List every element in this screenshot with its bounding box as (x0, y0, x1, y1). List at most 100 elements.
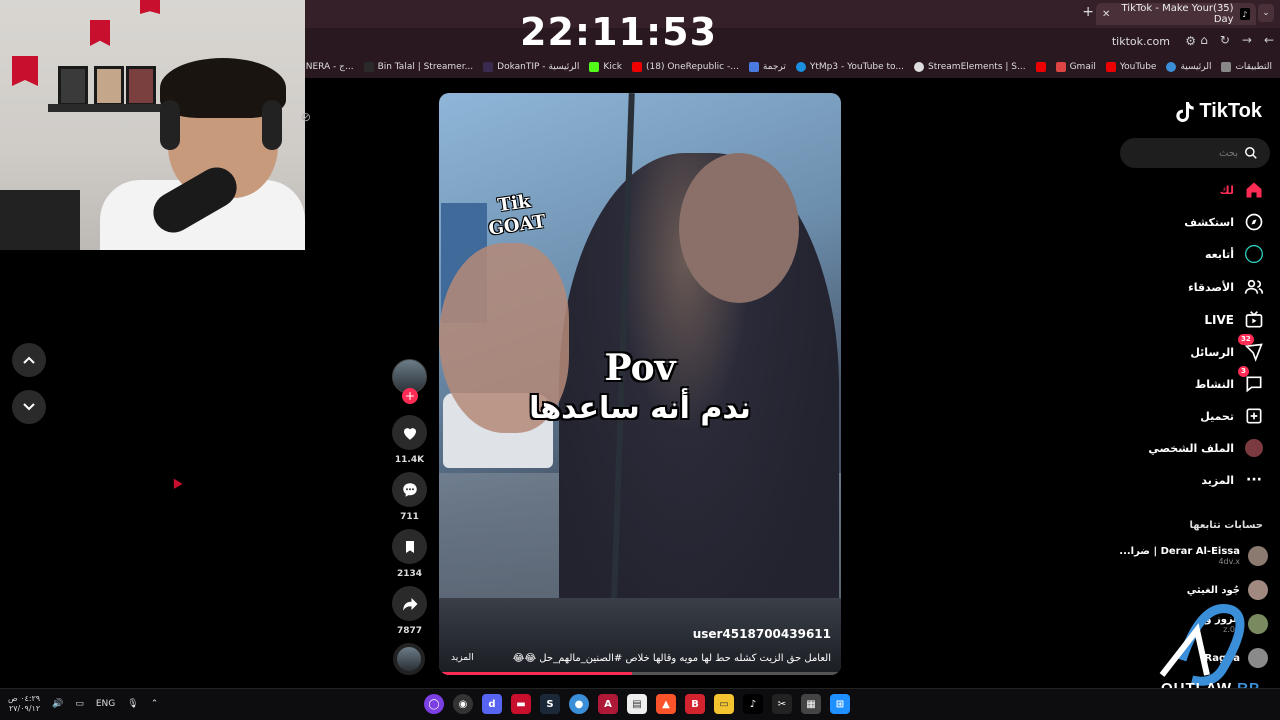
outlaw-rp-logo-icon (1159, 604, 1245, 686)
activity-icon: 3 (1238, 366, 1264, 394)
share-action[interactable]: 7877 (392, 586, 427, 636)
app-purple-icon[interactable]: ◯ (424, 694, 444, 714)
discord-icon[interactable]: d (482, 694, 502, 714)
save-button[interactable] (392, 529, 427, 564)
bookmark-item[interactable]: ترجمة (748, 62, 786, 72)
brave-icon[interactable]: ▲ (656, 694, 676, 714)
gmail-icon (1055, 62, 1066, 72)
video-author[interactable]: user4518700439611 (693, 627, 831, 641)
bookmark-item[interactable]: #STRADA NERA - ج... (305, 62, 354, 72)
bookmark-item[interactable] (1035, 62, 1046, 72)
app-a-icon[interactable]: A (598, 694, 618, 714)
search-icon[interactable] (1244, 146, 1258, 160)
store-icon[interactable]: ▦ (801, 694, 821, 714)
nav-for-you[interactable]: لك (1220, 180, 1264, 200)
caption-more-link[interactable]: المزيد (451, 653, 474, 663)
nav-friends[interactable]: الأصدقاء (1188, 277, 1264, 297)
music-disc-icon[interactable] (393, 643, 425, 675)
youtube-icon (1105, 62, 1116, 72)
video-player[interactable]: Tik GOAT Pov ندم أنه ساعدها user45187004… (439, 93, 841, 675)
following-account[interactable]: Derar Al-Eissa | ضرا... 4dv.x (1119, 546, 1268, 566)
like-count: 11.4K (394, 455, 425, 465)
browser-tab[interactable]: ♪ (35)TikTok - Make Your Day ✕ (1096, 3, 1256, 25)
browser-tab-bar: + ♪ (35)TikTok - Make Your Day ✕ ⌄ (305, 0, 1280, 28)
url-text[interactable]: tiktok.com (1112, 35, 1170, 48)
language-indicator[interactable]: ENG (96, 699, 115, 709)
bookmark-item[interactable]: التطبيقات (1221, 62, 1272, 72)
wall-frame (126, 66, 156, 106)
bookmarks-bar: التطبيقات الرئيسية YouTube Gmail StreamE… (305, 56, 1280, 78)
volume-icon[interactable]: 🔊 (52, 699, 63, 709)
nav-following[interactable]: أتابعه (1205, 244, 1264, 264)
bookmark-item[interactable]: StreamElements | S... (914, 62, 1026, 72)
tiktok-icon[interactable]: ♪ (743, 694, 763, 714)
search-input[interactable] (1128, 147, 1238, 159)
nav-explore[interactable]: استكشف (1184, 212, 1264, 232)
forward-icon[interactable]: → (1242, 33, 1252, 47)
file-icon[interactable]: ▤ (627, 694, 647, 714)
nav-more[interactable]: ··· المزيد (1201, 470, 1264, 490)
following-icon (1244, 244, 1264, 264)
taskbar-clock[interactable]: ٠٤:٢٩ ص ٢٧/٠٩/١٢ (8, 694, 40, 714)
reload-icon[interactable]: ↻ (1220, 33, 1230, 47)
windows-start-icon[interactable]: ⊞ (830, 694, 850, 714)
man-head (679, 153, 799, 303)
nav-messages[interactable]: 32 الرسائل (1190, 334, 1264, 362)
kick-icon (589, 62, 600, 72)
network-icon[interactable]: ▭ (75, 699, 84, 709)
messages-badge: 32 (1238, 334, 1254, 345)
site-settings-icon[interactable]: ⚙ (1185, 34, 1196, 48)
following-accounts-title: حسابات تتابعها (1189, 520, 1263, 531)
webcam-overlay (0, 0, 305, 250)
microphone-icon[interactable]: 🎙 (127, 699, 138, 709)
bookmark-item[interactable]: Bin Talal | Streamer... (363, 62, 473, 72)
comment-action[interactable]: 711 (392, 472, 427, 522)
comment-count: 711 (400, 512, 419, 522)
previous-video-button[interactable] (12, 343, 46, 377)
bookmark-item[interactable]: YouTube (1105, 62, 1156, 72)
app-b-icon[interactable]: B (685, 694, 705, 714)
bookmark-item[interactable]: Kick (589, 62, 622, 72)
video-caption: العامل حق الزيت كشله حط لها مويه وقالها … (511, 653, 831, 664)
live-icon (1244, 310, 1264, 330)
save-action[interactable]: 2134 (392, 529, 427, 579)
wall-decoration (12, 56, 38, 86)
steam-icon[interactable]: S (540, 694, 560, 714)
profile-icon (1244, 438, 1264, 458)
close-tab-icon[interactable]: ✕ (1102, 9, 1110, 20)
nav-profile[interactable]: الملف الشخصي (1148, 438, 1264, 458)
bookmark-item[interactable]: DokanTIP - الرئيسية (483, 62, 579, 72)
app-obs-icon[interactable]: ◉ (453, 694, 473, 714)
search-box[interactable] (1120, 138, 1270, 168)
translate-icon (748, 62, 759, 72)
nav-upload[interactable]: تحميل (1200, 406, 1264, 426)
bookmark-item[interactable]: الرئيسية (1166, 62, 1211, 72)
share-count: 7877 (396, 626, 423, 636)
bookmark-item[interactable]: YtMp3 - YouTube to... (795, 62, 904, 72)
folder-icon[interactable]: ▭ (714, 694, 734, 714)
nav-live[interactable]: LIVE (1204, 310, 1264, 330)
chevron-down-icon[interactable]: ⌄ (1258, 4, 1274, 22)
like-action[interactable]: 11.4K (392, 415, 427, 465)
follow-plus-icon[interactable]: + (402, 388, 418, 404)
video-progress-bar[interactable] (439, 672, 841, 675)
more-icon: ··· (1246, 472, 1262, 488)
comment-button[interactable] (392, 472, 427, 507)
tiktok-logo[interactable]: TikTok (1175, 100, 1262, 123)
new-tab-button[interactable]: + (1082, 4, 1094, 20)
like-button[interactable] (392, 415, 427, 450)
share-button[interactable] (392, 586, 427, 621)
home-button-icon[interactable]: ⌂ (1200, 33, 1208, 47)
back-icon[interactable]: ← (1264, 33, 1274, 47)
bookmark-item[interactable]: Gmail (1055, 62, 1096, 72)
wall-shelf (48, 104, 168, 112)
wall-decoration (140, 0, 160, 14)
chevron-up-icon[interactable]: ⌃ (151, 699, 159, 709)
app-red-icon[interactable]: ▬ (511, 694, 531, 714)
capcut-icon[interactable]: ✂ (772, 694, 792, 714)
bookmark-item[interactable]: (18) OneRepublic -... (631, 62, 739, 72)
nav-activity[interactable]: 3 النشاط (1195, 366, 1264, 394)
bookmark-icon (405, 540, 414, 553)
chrome-icon[interactable]: ● (569, 694, 589, 714)
next-video-button[interactable] (12, 390, 46, 424)
